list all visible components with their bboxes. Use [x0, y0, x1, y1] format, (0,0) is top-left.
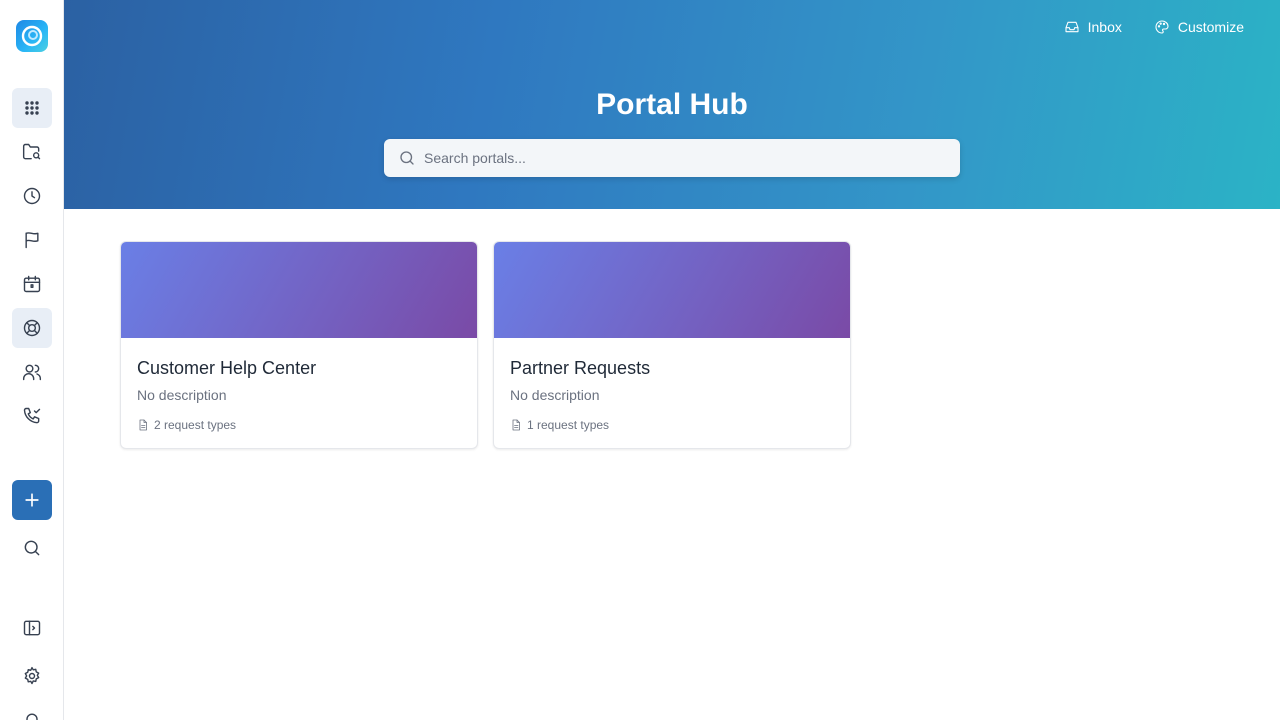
search-icon: [400, 151, 414, 165]
portal-card-title: Customer Help Center: [137, 358, 317, 378]
folder-search-icon: [22, 143, 41, 160]
bell-icon: [26, 713, 38, 720]
document-icon: [139, 419, 147, 431]
search-input[interactable]: [424, 140, 944, 176]
portal-card-meta: 2 request types: [137, 418, 236, 432]
portal-card-banner: [494, 242, 850, 338]
inbox-label: Inbox: [1087, 19, 1122, 35]
sidebar-item-apps[interactable]: [12, 88, 52, 128]
hero-header: Inbox Customize Portal Hub: [64, 0, 1280, 209]
users-icon: [22, 364, 42, 381]
sidebar-search-button[interactable]: [12, 528, 52, 568]
portal-card-title: Partner Requests: [510, 358, 651, 378]
customize-button[interactable]: Customize: [1154, 18, 1244, 36]
plus-icon: [25, 493, 39, 507]
app-root: Inbox Customize Portal Hub Customer Help…: [0, 0, 1280, 720]
palette-icon: [1155, 20, 1169, 34]
phone-check-icon: [23, 407, 41, 424]
portal-card[interactable]: Customer Help Center No description 2 re…: [120, 241, 478, 449]
sidebar-item-history[interactable]: [12, 176, 52, 216]
portal-card-description: No description: [510, 387, 600, 403]
sidebar-item-flag[interactable]: [12, 220, 52, 260]
logo-icon: [21, 25, 43, 47]
request-types-count: 1 request types: [527, 418, 610, 432]
add-button[interactable]: [12, 480, 52, 520]
flag-icon: [25, 232, 39, 249]
top-actions: Inbox Customize: [1064, 18, 1244, 36]
portal-card-banner: [121, 242, 477, 338]
portal-card-meta: 1 request types: [510, 418, 609, 432]
inbox-icon: [1065, 21, 1079, 33]
apps-grid-icon: [25, 101, 39, 115]
gear-icon: [24, 666, 40, 685]
notifications-button[interactable]: [12, 700, 52, 720]
lifebuoy-icon: [23, 319, 41, 337]
sidebar: [0, 0, 64, 720]
portal-card[interactable]: Partner Requests No description 1 reques…: [493, 241, 851, 449]
document-icon: [512, 419, 520, 431]
portal-card-description: No description: [137, 387, 227, 403]
sidebar-panel-icon: [23, 620, 41, 636]
sidebar-item-folder-search[interactable]: [12, 132, 52, 172]
settings-button[interactable]: [12, 656, 52, 696]
page-title: Portal Hub: [596, 88, 748, 121]
toggle-sidebar-button[interactable]: [12, 608, 52, 648]
calendar-icon: [23, 275, 41, 293]
request-types-count: 2 request types: [154, 418, 237, 432]
inbox-button[interactable]: Inbox: [1064, 18, 1122, 36]
sidebar-item-calls[interactable]: [12, 396, 52, 436]
sidebar-item-users[interactable]: [12, 352, 52, 392]
app-logo[interactable]: [16, 20, 48, 52]
sidebar-item-help[interactable]: [12, 308, 52, 348]
clock-icon: [23, 187, 41, 205]
customize-label: Customize: [1177, 19, 1244, 35]
sidebar-item-calendar[interactable]: [12, 264, 52, 304]
search-icon: [24, 540, 40, 556]
portal-search[interactable]: [384, 139, 960, 177]
